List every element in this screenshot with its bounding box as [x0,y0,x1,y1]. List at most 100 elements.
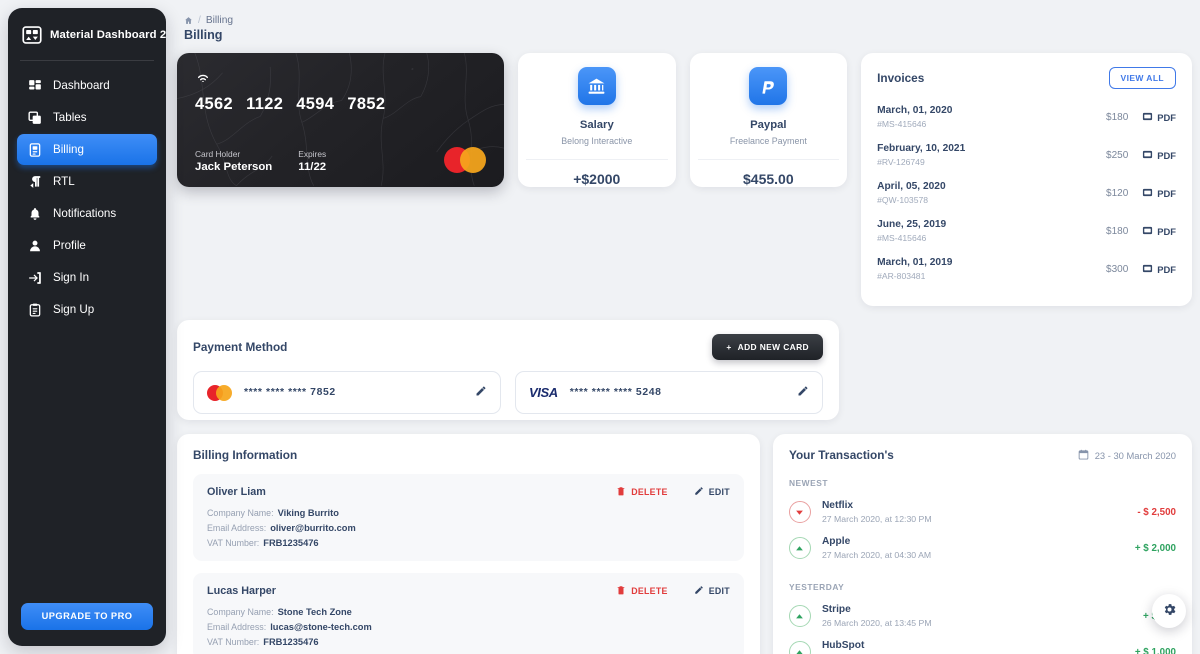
billing-person-name: Lucas Harper [207,585,277,597]
add-new-card-button[interactable]: + ADD NEW CARD [712,334,823,360]
sidebar-item-sign-in[interactable]: Sign In [17,262,157,293]
pencil-icon [694,486,704,498]
vat-label: VAT Number: [207,637,260,647]
upgrade-to-pro-button[interactable]: UPGRADE TO PRO [21,603,153,630]
stat-amount: +$2000 [573,171,621,187]
pdf-label: PDF [1157,111,1177,123]
settings-fab-button[interactable] [1152,594,1186,628]
transaction-amount: + $ 1,000 [1134,646,1176,654]
transactions-date-range[interactable]: 23 - 30 March 2020 [1078,449,1176,462]
billing-person-item: Oliver Liam DELETE EDIT Company Name: Vi… [193,474,744,561]
arrow-down-icon [788,501,811,523]
delete-label: DELETE [631,586,668,596]
overview-row: 4562 1122 4594 7852 Card Holder Jack Peters… [174,48,1193,306]
pdf-label: PDF [1157,187,1177,199]
card-number: 4562 1122 4594 7852 [195,95,486,114]
sidebar-item-label: Billing [53,143,84,156]
stat-card-salary: Salary Belong Interactive +$2000 [518,53,676,187]
payment-card-mastercard[interactable]: **** **** **** 7852 [193,371,501,414]
invoice-date: June, 25, 2019 [877,219,947,230]
details-row: Billing Information Oliver Liam DELETE E… [174,420,1192,654]
sidebar-item-dashboard[interactable]: Dashboard [17,70,157,101]
visa-icon: VISA [529,385,558,400]
pencil-icon[interactable] [797,384,809,402]
invoices-card: Invoices VIEW ALL March, 01, 2020 #MS-41… [861,53,1193,306]
company-value: Stone Tech Zone [277,607,352,617]
pdf-icon [1142,225,1153,238]
edit-button[interactable]: EDIT [694,486,730,498]
card-holder-field: Card Holder Jack Peterson [195,149,272,173]
payment-card-number: **** **** **** 5248 [569,387,662,398]
sidebar-divider [20,60,154,61]
card-expires-field: Expires 11/22 [298,149,326,173]
card-number-group: 1122 [246,95,284,113]
sidebar-item-billing[interactable]: Billing [17,134,157,165]
invoice-pdf-button[interactable]: PDF [1142,111,1176,124]
add-new-card-label: ADD NEW CARD [737,342,809,352]
credit-card: 4562 1122 4594 7852 Card Holder Jack Peters… [177,53,504,187]
company-label: Company Name: [207,508,274,518]
invoice-id: #AR-803481 [877,271,926,281]
email-label: Email Address: [207,523,267,533]
brand[interactable]: Material Dashboard 2 [8,8,166,60]
sidebar-item-label: Sign In [53,271,90,284]
billing-icon [27,142,42,157]
breadcrumb: / Billing [184,15,1192,26]
brand-name: Material Dashboard 2 [50,29,167,41]
invoice-row: April, 05, 2020 #QW-103578 $120 PDF [877,174,1176,212]
invoice-pdf-button[interactable]: PDF [1142,187,1176,200]
contactless-icon [195,69,211,83]
sidebar-item-label: Tables [53,111,87,124]
pencil-icon[interactable] [475,384,487,402]
transaction-date: 27 March 2020, at 04:30 AM [821,550,932,560]
stat-amount: $455.00 [743,171,794,187]
invoice-pdf-button[interactable]: PDF [1142,149,1176,162]
invoice-row: March, 01, 2019 #AR-803481 $300 PDF [877,250,1176,288]
view-all-button[interactable]: VIEW ALL [1108,67,1177,89]
sidebar-item-profile[interactable]: Profile [17,230,157,261]
sign-up-icon [27,302,42,317]
delete-button[interactable]: DELETE [616,486,668,498]
breadcrumb-current[interactable]: Billing [206,15,233,26]
invoice-date: February, 10, 2021 [877,143,966,154]
invoice-id: #RV-126749 [877,157,925,167]
billing-information-title: Billing Information [193,448,298,462]
invoice-date: March, 01, 2020 [877,105,953,116]
sidebar-item-sign-up[interactable]: Sign Up [17,294,157,325]
billing-person-item: Lucas Harper DELETE EDIT Company Name: S… [193,573,744,654]
sidebar-item-rtl[interactable]: RTL [17,166,157,197]
card-number-group: 4562 [195,95,234,113]
invoice-row: February, 10, 2021 #RV-126749 $250 PDF [877,136,1176,174]
edit-button[interactable]: EDIT [694,585,730,597]
invoice-id: #MS-415646 [877,233,927,243]
invoice-pdf-button[interactable]: PDF [1142,263,1176,276]
invoice-pdf-button[interactable]: PDF [1142,225,1176,238]
company-field: Company Name: Stone Tech Zone [207,607,730,617]
transaction-name: Netflix [821,500,854,511]
edit-label: EDIT [708,586,730,596]
sidebar-item-label: RTL [53,175,75,188]
sidebar-item-tables[interactable]: Tables [17,102,157,133]
card-expires-value: 11/22 [298,161,327,173]
invoice-row: March, 01, 2020 #MS-415646 $180 PDF [877,98,1176,136]
arrow-up-icon [788,605,811,627]
invoice-date: April, 05, 2020 [877,181,946,192]
transaction-date: 27 March 2020, at 12:30 PM [821,514,932,524]
email-field: Email Address: lucas@stone-tech.com [207,622,730,632]
stat-subtitle: Belong Interactive [561,136,633,146]
sidebar-item-label: Notifications [53,207,117,220]
email-value: oliver@burrito.com [270,523,356,533]
delete-button[interactable]: DELETE [616,585,668,597]
main-content: / Billing Billing 4562 1122 4594 7852 Ca… [174,0,1200,654]
transaction-row: Stripe 26 March 2020, at 13:45 PM + $ 75… [788,598,1176,634]
home-icon[interactable] [184,16,193,25]
billing-information-card: Billing Information Oliver Liam DELETE E… [177,434,760,654]
pencil-icon [694,585,704,597]
transaction-amount: - $ 2,500 [1137,506,1176,518]
transaction-name: HubSpot [821,640,865,651]
sidebar-item-notifications[interactable]: Notifications [17,198,157,229]
payment-card-visa[interactable]: VISA **** **** **** 5248 [515,371,823,414]
card-holder-value: Jack Peterson [195,161,273,173]
vat-field: VAT Number: FRB1235476 [207,538,730,548]
topbar: / Billing Billing [174,8,1192,48]
